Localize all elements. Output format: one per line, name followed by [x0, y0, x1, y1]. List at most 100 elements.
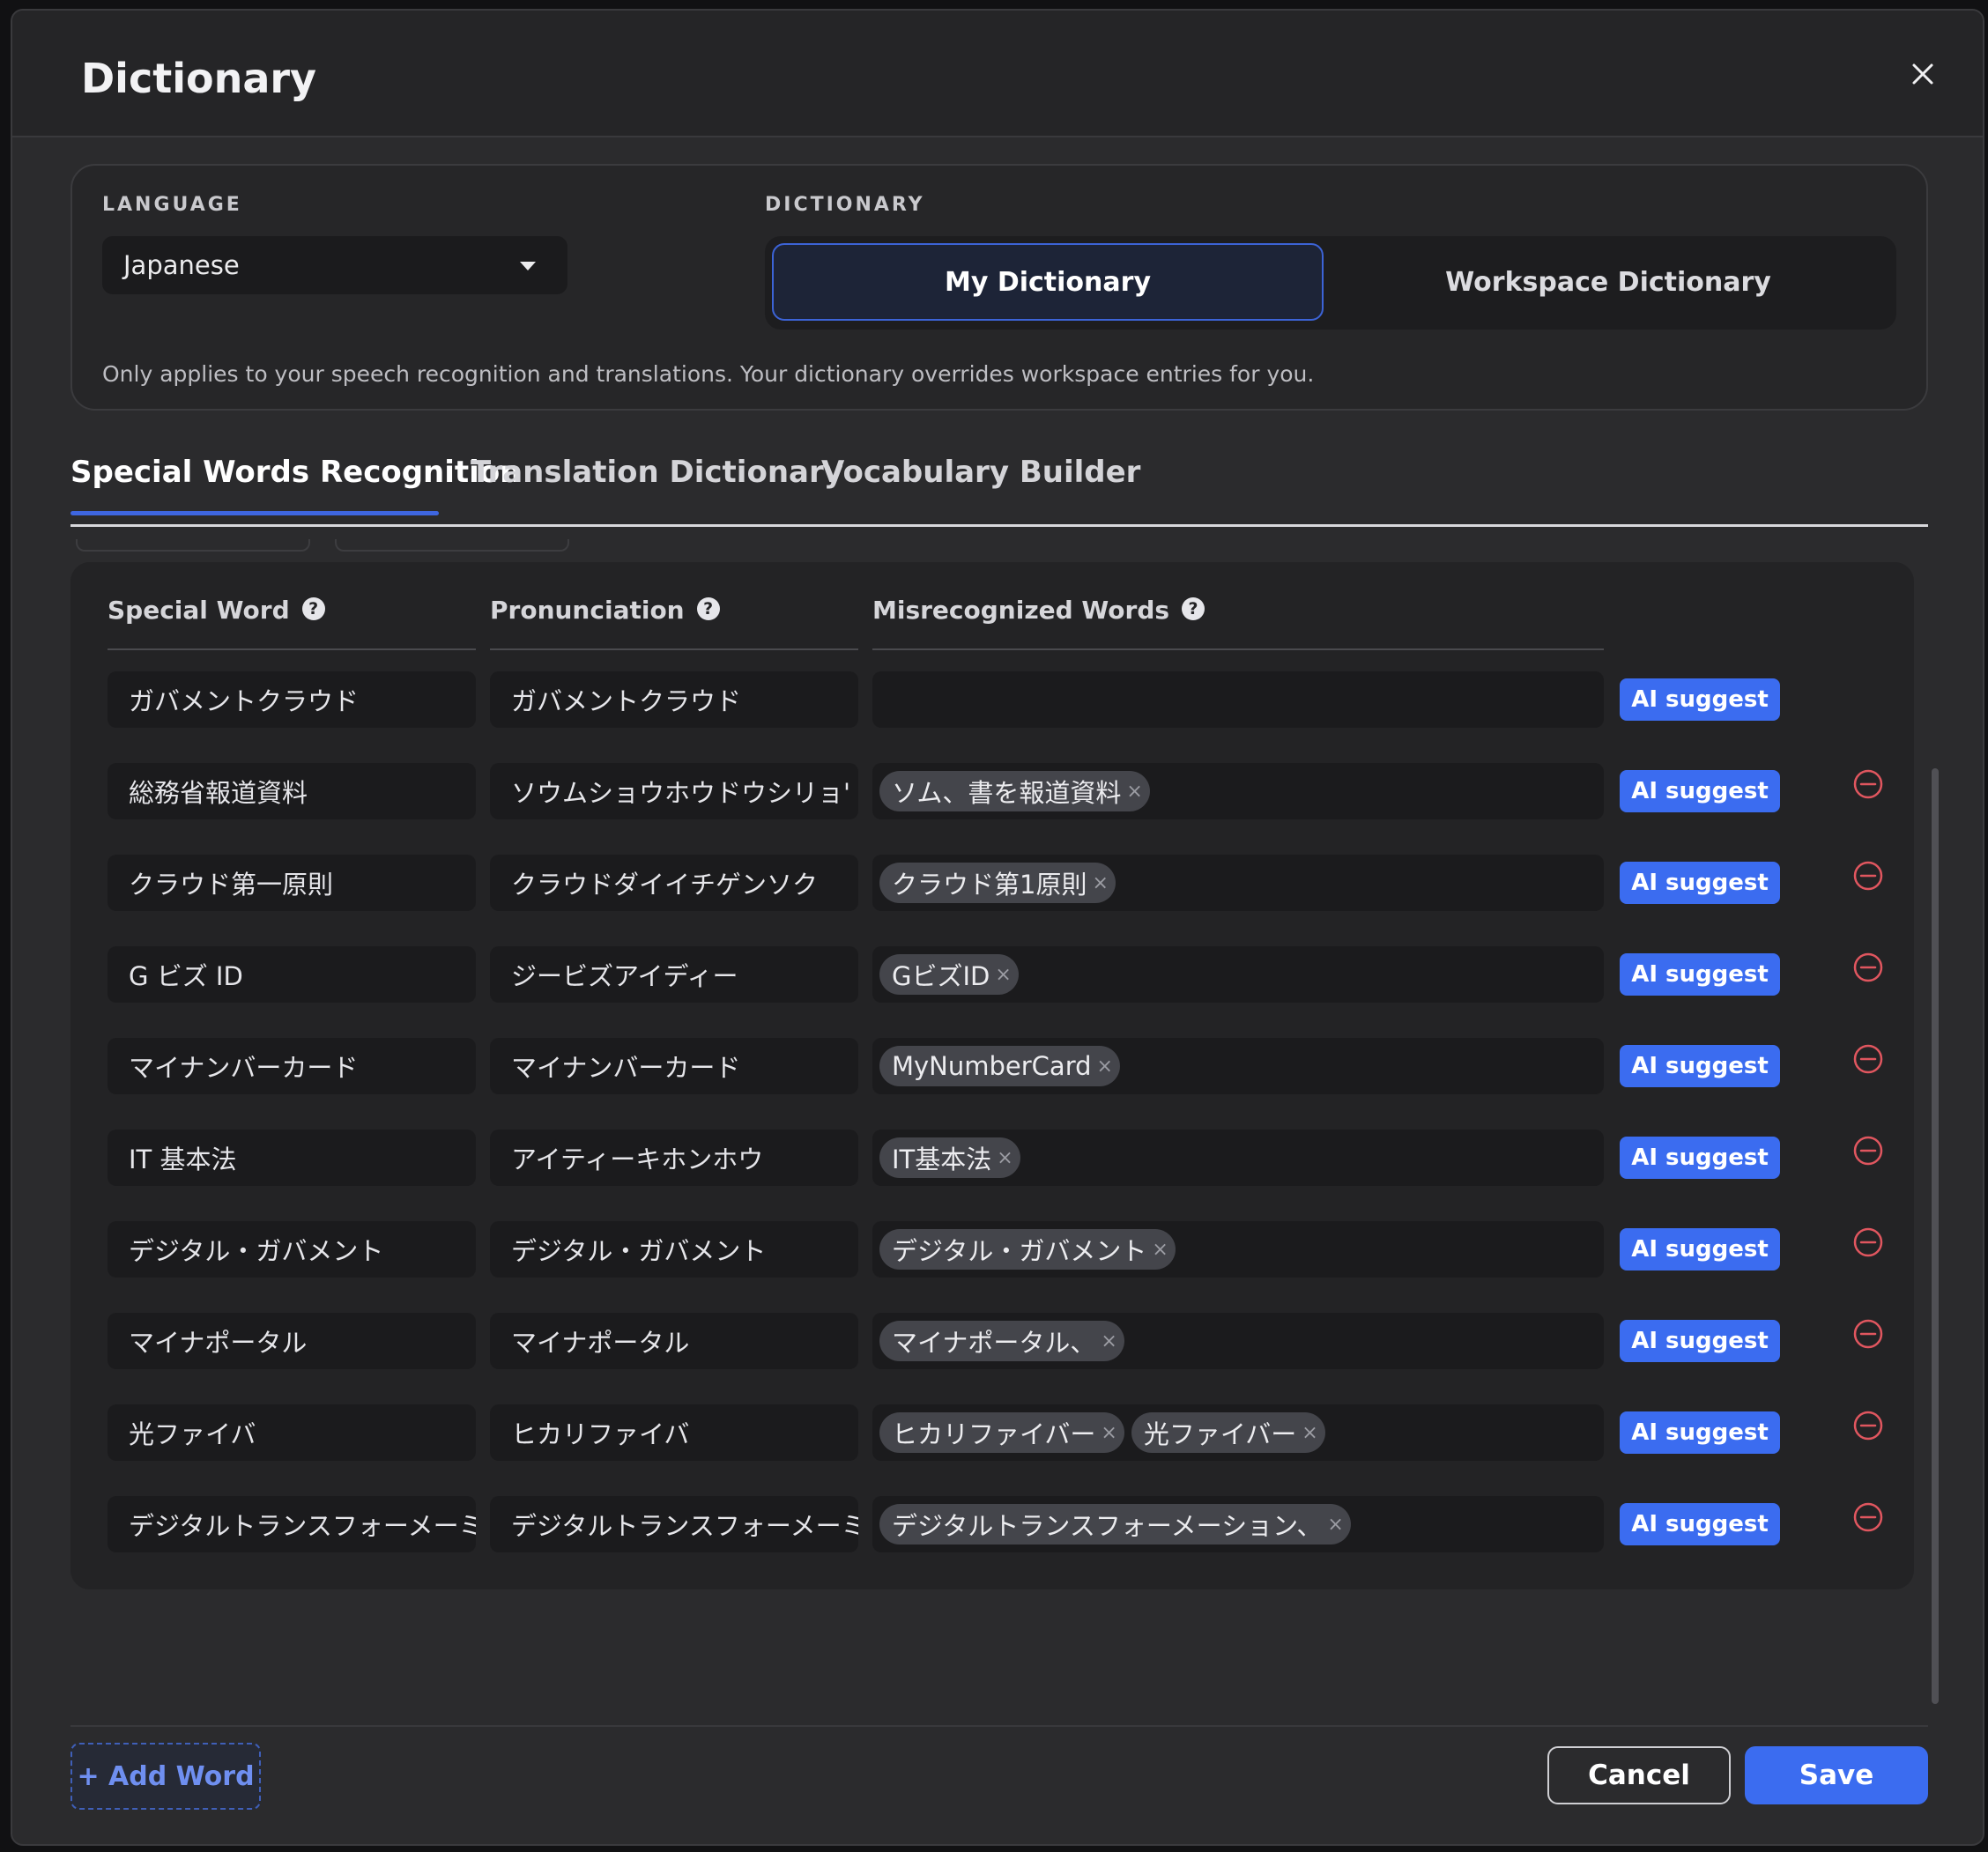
pronunciation-input[interactable]: ヒカリファイバ: [490, 1404, 858, 1461]
settings-card: LANGUAGE Japanese DICTIONARY My Dictiona…: [70, 164, 1928, 411]
pronunciation-input[interactable]: アイティーキホンホウ: [490, 1130, 858, 1186]
ai-suggest-button[interactable]: AI suggest: [1620, 1228, 1780, 1270]
chip-remove-icon[interactable]: ×: [1092, 872, 1108, 894]
remove-row-icon[interactable]: [1852, 860, 1884, 892]
remove-row-icon[interactable]: [1852, 1318, 1884, 1350]
ai-suggest-button[interactable]: AI suggest: [1620, 678, 1780, 721]
save-button[interactable]: Save: [1745, 1746, 1928, 1804]
special-word-input[interactable]: デジタル・ガバメント: [108, 1221, 476, 1278]
misrecognized-word-chip: デジタルトランスフォーメーション、 ×: [879, 1504, 1351, 1545]
chevron-down-icon: [520, 262, 536, 270]
misrecognized-words-input[interactable]: IT基本法 ×: [872, 1130, 1604, 1186]
special-word-input[interactable]: クラウド第一原則: [108, 855, 476, 911]
help-icon[interactable]: ?: [301, 597, 325, 620]
chip-label: MyNumberCard: [892, 1051, 1092, 1081]
language-value: Japanese: [123, 250, 240, 280]
ai-suggest-button[interactable]: AI suggest: [1620, 953, 1780, 996]
table-row: マイナンバーカード マイナンバーカード MyNumberCard × AI sugges…: [70, 1038, 1914, 1096]
misrecognized-words-input[interactable]: [872, 671, 1604, 728]
ghost-pill-left: [76, 539, 310, 552]
misrecognized-word-chip: デジタル・ガバメント ×: [879, 1229, 1176, 1270]
misrecognized-words-input[interactable]: マイナポータル、 ×: [872, 1313, 1604, 1369]
misrecognized-word-chip: クラウド第1原則 ×: [879, 863, 1116, 903]
pronunciation-input[interactable]: デジタル・ガバメント: [490, 1221, 858, 1278]
add-word-button[interactable]: + Add Word: [70, 1743, 261, 1810]
remove-row-icon[interactable]: [1852, 1226, 1884, 1258]
table-row: クラウド第一原則 クラウドダイイチゲンソク クラウド第1原則 × AI suggest: [70, 855, 1914, 913]
ai-suggest-button[interactable]: AI suggest: [1620, 1137, 1780, 1179]
chip-label: IT基本法: [892, 1145, 992, 1174]
chip-remove-icon[interactable]: ×: [1101, 1330, 1116, 1352]
language-select[interactable]: Japanese: [102, 236, 567, 294]
pronunciation-input[interactable]: ソウムショウホウドウシリョ': [490, 763, 858, 819]
remove-row-icon[interactable]: [1852, 952, 1884, 983]
remove-row-icon[interactable]: [1852, 1043, 1884, 1075]
chip-label: クラウド第1原則: [892, 870, 1087, 900]
chip-remove-icon[interactable]: ×: [1101, 1422, 1116, 1444]
pronunciation-input[interactable]: ガバメントクラウド: [490, 671, 858, 728]
chip-label: デジタルトランスフォーメーション、: [892, 1511, 1323, 1541]
tab-vocabulary-builder[interactable]: Vocabulary Builder: [821, 455, 1140, 490]
remove-row-icon[interactable]: [1852, 1135, 1884, 1167]
workspace-dictionary-option[interactable]: Workspace Dictionary: [1332, 243, 1884, 321]
ai-suggest-button[interactable]: AI suggest: [1620, 1320, 1780, 1362]
special-word-input[interactable]: 総務省報道資料: [108, 763, 476, 819]
misrecognized-words-input[interactable]: ヒカリファイバー × 光ファイバー ×: [872, 1404, 1604, 1461]
column-header-special-word: Special Word ?: [108, 596, 476, 650]
cancel-button[interactable]: Cancel: [1547, 1746, 1731, 1804]
pronunciation-input[interactable]: マイナンバーカード: [490, 1038, 858, 1094]
chip-remove-icon[interactable]: ×: [997, 1147, 1013, 1169]
ai-suggest-button[interactable]: AI suggest: [1620, 862, 1780, 904]
pronunciation-input[interactable]: ジービズアイディー: [490, 946, 858, 1003]
pronunciation-input[interactable]: マイナポータル: [490, 1313, 858, 1369]
ai-suggest-button[interactable]: AI suggest: [1620, 1045, 1780, 1087]
my-dictionary-option[interactable]: My Dictionary: [772, 243, 1324, 321]
chip-remove-icon[interactable]: ×: [1126, 781, 1142, 803]
remove-row-icon[interactable]: [1852, 768, 1884, 800]
misrecognized-words-input[interactable]: MyNumberCard ×: [872, 1038, 1604, 1094]
special-word-input[interactable]: マイナポータル: [108, 1313, 476, 1369]
special-word-input[interactable]: G ビズ ID: [108, 946, 476, 1003]
pronunciation-input[interactable]: クラウドダイイチゲンソク: [490, 855, 858, 911]
ghost-pill-right: [335, 539, 569, 552]
remove-row-icon[interactable]: [1852, 1410, 1884, 1441]
table-row: G ビズ ID ジービズアイディー GビズID × AI suggest: [70, 946, 1914, 1004]
tab-translation-dictionary[interactable]: Translation Dictionary: [471, 455, 843, 490]
ai-suggest-button[interactable]: AI suggest: [1620, 1411, 1780, 1454]
special-word-input[interactable]: デジタルトランスフォーメーミ: [108, 1496, 476, 1552]
scrollbar[interactable]: [1932, 768, 1939, 1704]
help-icon[interactable]: ?: [696, 597, 720, 620]
table-row: デジタル・ガバメント デジタル・ガバメント デジタル・ガバメント × AI sugges…: [70, 1221, 1914, 1279]
ai-suggest-button[interactable]: AI suggest: [1620, 1503, 1780, 1545]
dictionary-label: DICTIONARY: [765, 194, 925, 216]
pronunciation-input[interactable]: デジタルトランスフォーメーミ: [490, 1496, 858, 1552]
special-word-input[interactable]: IT 基本法: [108, 1130, 476, 1186]
column-header-label: Misrecognized Words: [872, 596, 1170, 625]
misrecognized-words-input[interactable]: GビズID ×: [872, 946, 1604, 1003]
remove-row-icon[interactable]: [1852, 1501, 1884, 1533]
misrecognized-word-chip: ヒカリファイバー ×: [879, 1412, 1124, 1453]
chip-label: デジタル・ガバメント: [892, 1236, 1147, 1266]
footer-divider: [70, 1725, 1928, 1727]
ai-suggest-button[interactable]: AI suggest: [1620, 770, 1780, 812]
misrecognized-words-input[interactable]: デジタル・ガバメント ×: [872, 1221, 1604, 1278]
special-word-input[interactable]: マイナンバーカード: [108, 1038, 476, 1094]
chip-label: マイナポータル、: [892, 1328, 1096, 1358]
close-button[interactable]: [1905, 56, 1940, 92]
special-word-input[interactable]: 光ファイバ: [108, 1404, 476, 1461]
column-header-label: Special Word: [108, 596, 290, 625]
dialog-header: Dictionary: [12, 11, 1983, 137]
help-icon[interactable]: ?: [1182, 597, 1205, 620]
misrecognized-words-input[interactable]: クラウド第1原則 ×: [872, 855, 1604, 911]
chip-remove-icon[interactable]: ×: [995, 964, 1011, 986]
chip-label: GビズID: [892, 961, 990, 991]
chip-remove-icon[interactable]: ×: [1327, 1514, 1343, 1536]
tab-special-words-recognition[interactable]: Special Words Recognition: [70, 455, 521, 490]
chip-remove-icon[interactable]: ×: [1097, 1056, 1113, 1078]
chip-remove-icon[interactable]: ×: [1152, 1239, 1168, 1261]
misrecognized-words-input[interactable]: ソム、書を報道資料 ×: [872, 763, 1604, 819]
chip-remove-icon[interactable]: ×: [1302, 1422, 1317, 1444]
table-row: 光ファイバ ヒカリファイバ ヒカリファイバー × 光ファイバー × AI suggest: [70, 1404, 1914, 1463]
misrecognized-words-input[interactable]: デジタルトランスフォーメーション、 ×: [872, 1496, 1604, 1552]
special-word-input[interactable]: ガバメントクラウド: [108, 671, 476, 728]
